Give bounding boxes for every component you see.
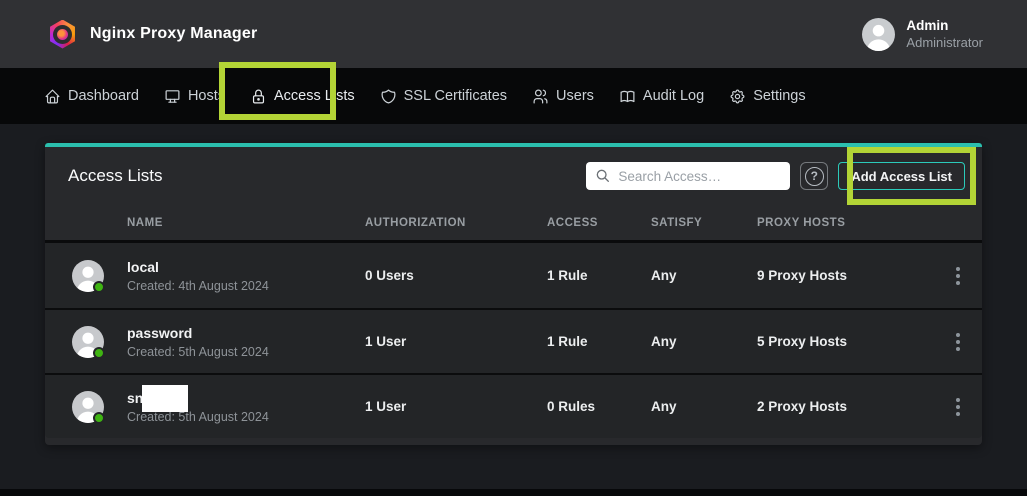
users-icon [532, 88, 549, 105]
row-name-cell: local Created: 4th August 2024 [127, 259, 365, 293]
nav-label: Access Lists [274, 88, 355, 104]
row-actions-cell [933, 394, 982, 420]
table-row[interactable]: password Created: 5th August 2024 1 User… [45, 308, 982, 373]
column-header-satisfy: SATISFY [651, 217, 757, 229]
main-nav: Dashboard Hosts Access Lists SSL Certifi… [0, 68, 1027, 124]
user-meta: Admin Administrator [906, 18, 983, 50]
nav-item-users[interactable]: Users [532, 88, 594, 105]
avatar [72, 391, 104, 423]
nav-item-ssl-certificates[interactable]: SSL Certificates [380, 88, 507, 105]
shield-icon [380, 88, 397, 105]
user-name: Admin [906, 18, 983, 33]
nav-item-audit-log[interactable]: Audit Log [619, 88, 704, 105]
satisfy-value: Any [651, 268, 757, 283]
brand: Nginx Proxy Manager [48, 20, 257, 49]
kebab-menu-icon[interactable] [952, 263, 964, 289]
row-name-cell: password Created: 5th August 2024 [127, 325, 365, 359]
page-title: Access Lists [68, 166, 162, 186]
table-row[interactable]: local Created: 4th August 2024 0 Users 1… [45, 243, 982, 308]
created-date: Created: 4th August 2024 [127, 279, 365, 293]
nav-label: Dashboard [68, 88, 139, 104]
status-dot-online [93, 347, 105, 359]
nav-label: SSL Certificates [404, 88, 507, 104]
row-actions-cell [933, 263, 982, 289]
authorization-value: 1 User [365, 399, 547, 414]
search-box [586, 162, 790, 190]
app-window: Nginx Proxy Manager Admin Administrator … [0, 0, 1027, 496]
panel-header: Access Lists ? Add Access List [45, 147, 982, 205]
nav-label: Settings [753, 88, 805, 104]
nav-item-settings[interactable]: Settings [729, 88, 805, 105]
nav-item-dashboard[interactable]: Dashboard [44, 88, 139, 105]
user-menu[interactable]: Admin Administrator [862, 18, 983, 51]
satisfy-value: Any [651, 334, 757, 349]
proxy-hosts-value: 2 Proxy Hosts [757, 399, 933, 414]
app-title: Nginx Proxy Manager [90, 25, 257, 43]
avatar [72, 260, 104, 292]
add-access-list-button[interactable]: Add Access List [838, 162, 965, 190]
table-row[interactable]: sn Created: 5th August 2024 1 User 0 Rul… [45, 373, 982, 438]
satisfy-value: Any [651, 399, 757, 414]
row-actions-cell [933, 329, 982, 355]
access-list-name: password [127, 325, 365, 342]
search-icon [595, 168, 611, 184]
kebab-menu-icon[interactable] [952, 329, 964, 355]
column-header-authorization: AUTHORIZATION [365, 217, 547, 229]
nav-label: Users [556, 88, 594, 104]
created-date: Created: 5th August 2024 [127, 410, 365, 424]
kebab-menu-icon[interactable] [952, 394, 964, 420]
proxy-hosts-value: 5 Proxy Hosts [757, 334, 933, 349]
book-icon [619, 88, 636, 105]
bottom-edge-strip [0, 489, 1027, 496]
table-body: local Created: 4th August 2024 0 Users 1… [45, 243, 982, 438]
monitor-icon [164, 88, 181, 105]
redaction-box [142, 385, 188, 412]
user-avatar [862, 18, 895, 51]
access-value: 1 Rule [547, 268, 651, 283]
nav-item-access-lists[interactable]: Access Lists [250, 88, 355, 105]
table-header-row: NAME AUTHORIZATION ACCESS SATISFY PROXY … [45, 205, 982, 243]
nav-label: Hosts [188, 88, 225, 104]
user-role: Administrator [906, 35, 983, 50]
nav-label: Audit Log [643, 88, 704, 104]
authorization-value: 0 Users [365, 268, 547, 283]
status-dot-online [93, 412, 105, 424]
lock-icon [250, 88, 267, 105]
proxy-hosts-value: 9 Proxy Hosts [757, 268, 933, 283]
panel-controls: ? Add Access List [586, 162, 965, 190]
authorization-value: 1 User [365, 334, 547, 349]
row-name-cell: sn Created: 5th August 2024 [127, 390, 365, 424]
column-header-name: NAME [127, 217, 365, 229]
row-avatar-cell [45, 260, 127, 292]
access-value: 1 Rule [547, 334, 651, 349]
top-bar: Nginx Proxy Manager Admin Administrator [0, 0, 1027, 68]
app-logo-icon [48, 20, 77, 49]
column-header-proxy-hosts: PROXY HOSTS [757, 217, 933, 229]
search-input[interactable] [586, 162, 790, 190]
row-avatar-cell [45, 391, 127, 423]
column-header-access: ACCESS [547, 217, 651, 229]
row-avatar-cell [45, 326, 127, 358]
access-list-name: sn [127, 390, 365, 407]
created-date: Created: 5th August 2024 [127, 345, 365, 359]
access-list-name: local [127, 259, 365, 276]
help-icon: ? [805, 167, 824, 186]
nav-item-hosts[interactable]: Hosts [164, 88, 225, 105]
access-lists-panel: Access Lists ? Add Access List NAME AUTH… [45, 143, 982, 445]
avatar [72, 326, 104, 358]
gear-icon [729, 88, 746, 105]
access-value: 0 Rules [547, 399, 651, 414]
home-icon [44, 88, 61, 105]
status-dot-online [93, 281, 105, 293]
help-button[interactable]: ? [800, 162, 828, 190]
